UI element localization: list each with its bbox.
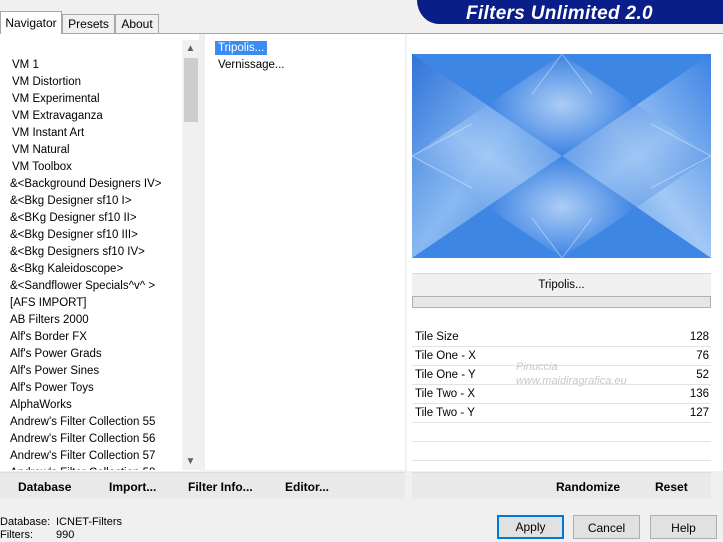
param-tile-size[interactable]: Tile Size 128: [412, 328, 711, 347]
filter-item-tripolis[interactable]: Tripolis...: [205, 40, 405, 57]
progress-bar: [412, 296, 711, 308]
app-title: Filters Unlimited 2.0: [466, 3, 653, 24]
param-label: Tile Two - Y: [415, 407, 475, 419]
category-list[interactable]: VM 1 VM Distortion VM Experimental VM Extra…: [0, 40, 182, 470]
tab-presets[interactable]: Presets: [62, 14, 115, 33]
status-database-value: ICNET-Filters: [56, 516, 122, 528]
editor-button[interactable]: Editor...: [285, 472, 329, 498]
category-item[interactable]: VM 1: [0, 57, 182, 74]
tab-about[interactable]: About: [115, 14, 159, 33]
param-label: Tile One - Y: [415, 369, 476, 381]
param-label: Tile Two - X: [415, 388, 476, 400]
param-label: Tile One - X: [415, 350, 476, 362]
status-database-label: Database:: [0, 516, 51, 528]
param-label: Tile Size: [415, 331, 459, 343]
category-item[interactable]: VM Distortion: [0, 74, 182, 91]
category-item[interactable]: Alf's Power Grads: [0, 346, 182, 363]
cancel-button[interactable]: Cancel: [573, 515, 640, 539]
status-filters-label: Filters:: [0, 529, 33, 541]
category-item[interactable]: Andrew's Filter Collection 56: [0, 431, 182, 448]
param-empty-row: [412, 442, 711, 461]
scrollbar-thumb[interactable]: [184, 58, 198, 122]
category-scrollbar[interactable]: ▲ ▼: [182, 40, 199, 470]
category-item[interactable]: VM Natural: [0, 142, 182, 159]
param-value: 136: [689, 388, 709, 400]
status-filters-value: 990: [56, 529, 75, 541]
category-item[interactable]: Andrew's Filter Collection 55: [0, 414, 182, 431]
category-item[interactable]: &<Background Designers IV>: [0, 176, 182, 193]
parameter-list: Tile Size 128 Tile One - X 76 Tile One - Y…: [412, 328, 711, 480]
database-button[interactable]: Database: [18, 472, 71, 498]
filter-info-button[interactable]: Filter Info...: [188, 472, 253, 498]
param-tile-two-y[interactable]: Tile Two - Y 127: [412, 404, 711, 423]
category-item[interactable]: &<Bkg Designers sf10 IV>: [0, 244, 182, 261]
chevron-down-icon[interactable]: ▼: [182, 453, 199, 470]
category-item[interactable]: VM Experimental: [0, 91, 182, 108]
filter-list[interactable]: Tripolis... Vernissage...: [205, 34, 405, 470]
filter-item-label: Tripolis...: [215, 41, 268, 55]
param-value: 52: [696, 369, 709, 381]
filter-item-label: Vernissage...: [218, 59, 285, 71]
category-item[interactable]: VM Extravaganza: [0, 108, 182, 125]
param-empty-row: [412, 423, 711, 442]
category-item[interactable]: Andrew's Filter Collection 57: [0, 448, 182, 465]
watermark-line2: www.maidiragrafica.eu: [516, 375, 627, 387]
category-item[interactable]: VM Instant Art: [0, 125, 182, 142]
category-item[interactable]: [AFS IMPORT]: [0, 295, 182, 312]
watermark-line1: Pinuccia: [516, 361, 558, 373]
category-item[interactable]: &<Bkg Designer sf10 III>: [0, 227, 182, 244]
param-value: 128: [689, 331, 709, 343]
watermark: Pinuccia www.maidiragrafica.eu: [482, 360, 652, 404]
param-value: 76: [696, 350, 709, 362]
import-button[interactable]: Import...: [109, 472, 156, 498]
param-value: 127: [689, 407, 709, 419]
category-item[interactable]: &<BKg Designer sf10 II>: [0, 210, 182, 227]
apply-button[interactable]: Apply: [497, 515, 564, 539]
category-item[interactable]: Alf's Border FX: [0, 329, 182, 346]
category-item[interactable]: Andrew's Filter Collection 58: [0, 465, 182, 470]
category-item[interactable]: VM Toolbox: [0, 159, 182, 176]
category-item[interactable]: Alf's Power Toys: [0, 380, 182, 397]
help-button[interactable]: Help: [650, 515, 717, 539]
tab-navigator[interactable]: Navigator: [0, 11, 62, 34]
selected-filter-name: Tripolis...: [412, 273, 711, 296]
category-item[interactable]: &<Bkg Kaleidoscope>: [0, 261, 182, 278]
chevron-up-icon[interactable]: ▲: [182, 40, 199, 57]
category-item[interactable]: &<Sandflower Specials^v^ >: [0, 278, 182, 295]
preview-image: [412, 54, 711, 258]
filter-item-vernissage[interactable]: Vernissage...: [205, 57, 405, 74]
category-item[interactable]: Alf's Power Sines: [0, 363, 182, 380]
reset-button[interactable]: Reset: [655, 472, 688, 498]
category-item[interactable]: AB Filters 2000: [0, 312, 182, 329]
category-item[interactable]: &<Bkg Designer sf10 I>: [0, 193, 182, 210]
category-item[interactable]: AlphaWorks: [0, 397, 182, 414]
randomize-button[interactable]: Randomize: [556, 472, 620, 498]
